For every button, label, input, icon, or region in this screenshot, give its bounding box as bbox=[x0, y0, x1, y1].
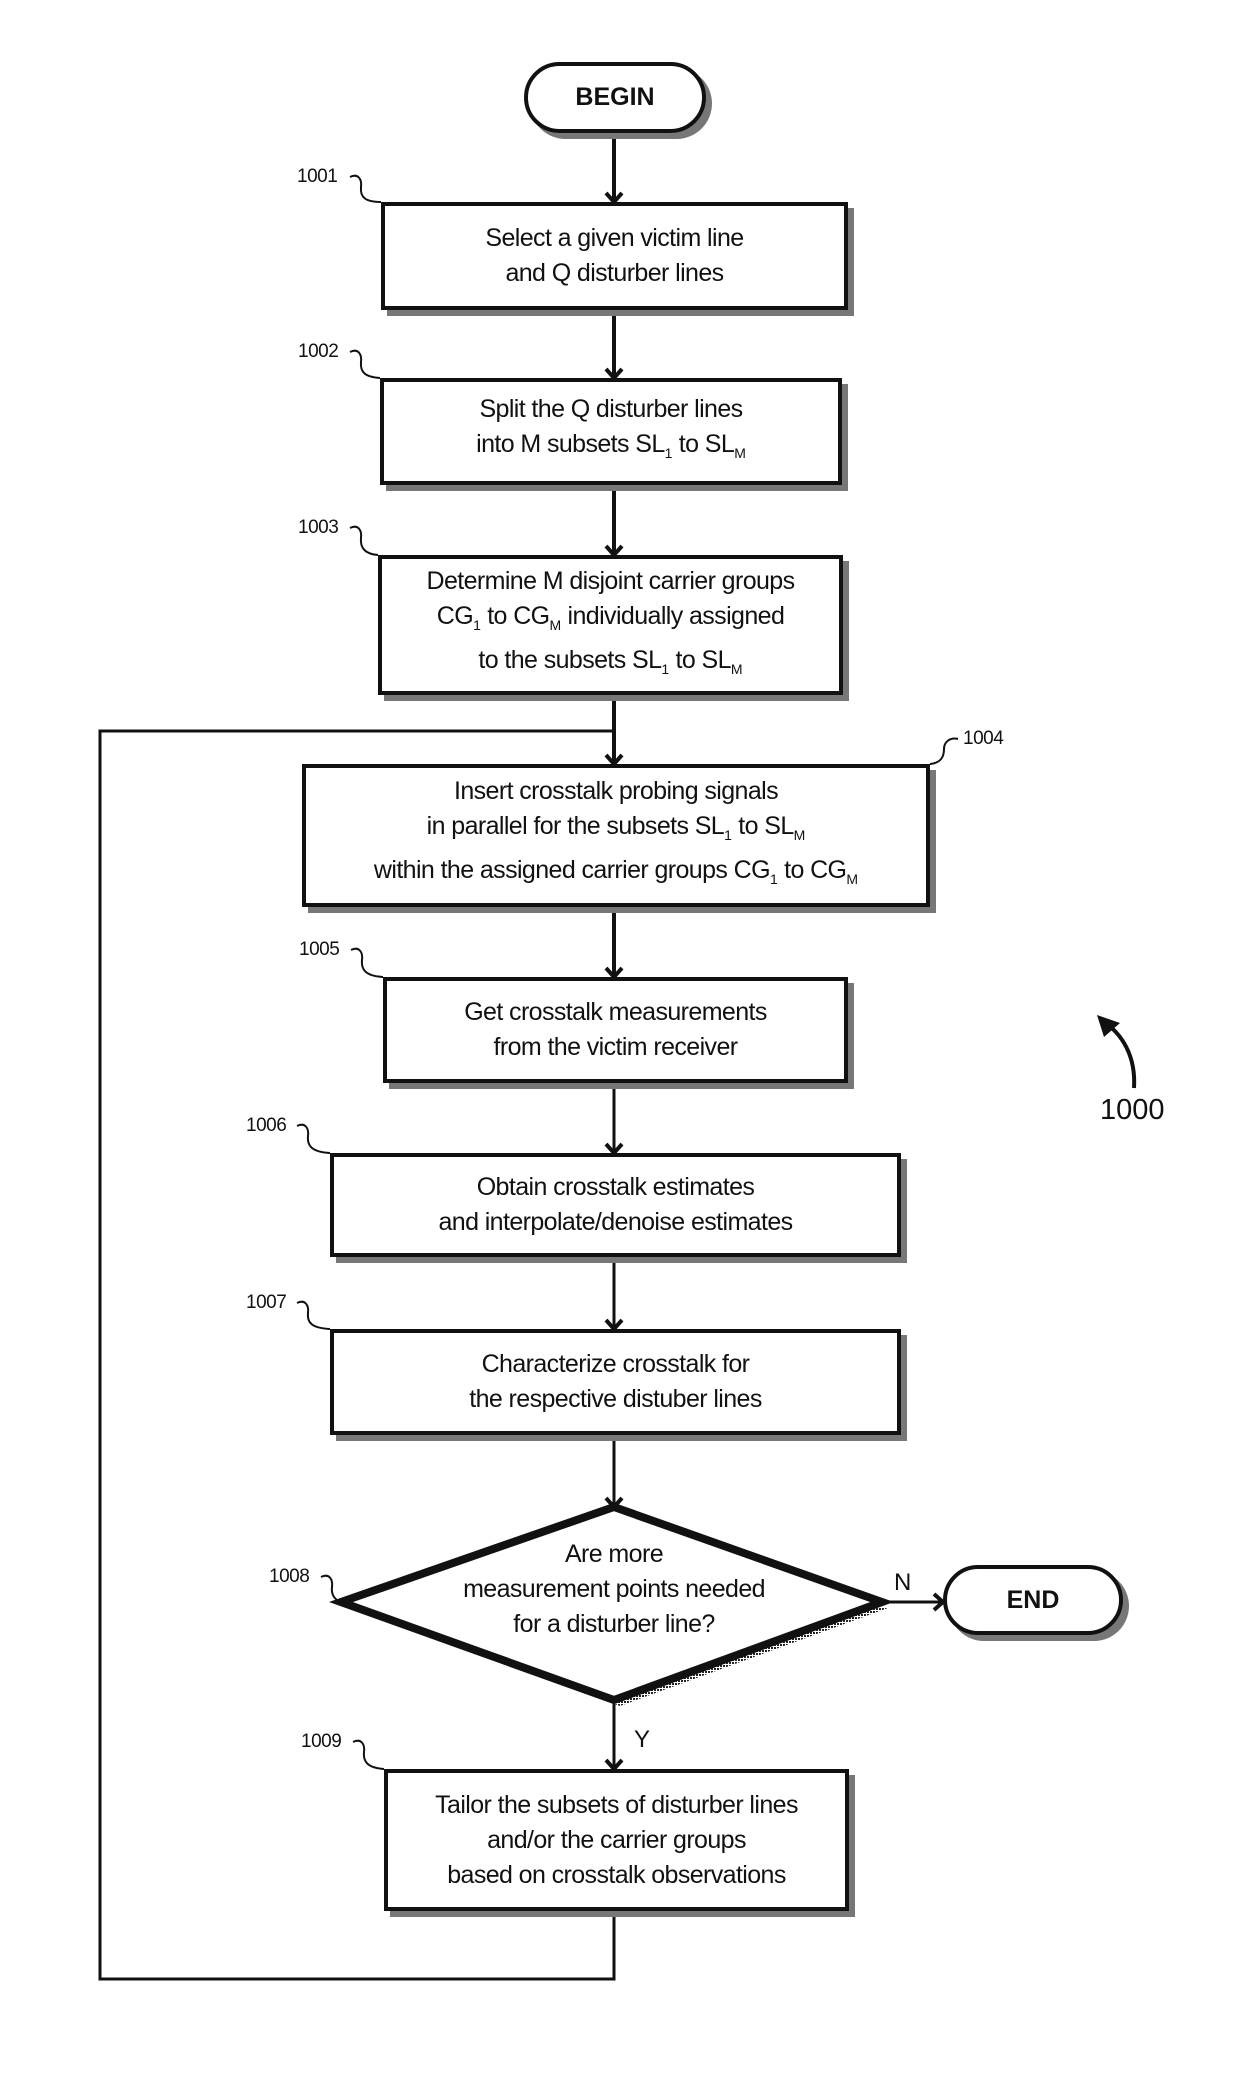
step-1009-text-line: Tailor the subsets of disturber lines bbox=[435, 1790, 798, 1819]
begin-label: BEGIN bbox=[575, 83, 655, 111]
subscript: M bbox=[730, 660, 743, 677]
ref-label-1009: 1009 bbox=[301, 1731, 342, 1752]
ref-label-1005: 1005 bbox=[299, 939, 340, 960]
process-box-1004: Insert crosstalk probing signals in paral… bbox=[302, 764, 930, 907]
subscript: 1 bbox=[473, 616, 481, 633]
decision-1008-text-line: for a disturber line? bbox=[513, 1610, 715, 1638]
leader-1008 bbox=[320, 1574, 342, 1603]
step-1007-text-line: the respective distuber lines bbox=[469, 1385, 762, 1413]
step-1007-text-line: Characterize crosstalk for bbox=[481, 1350, 750, 1378]
leader-1004 bbox=[929, 737, 959, 765]
subscript: M bbox=[734, 445, 746, 461]
process-box-1007: Characterize crosstalk for the respective… bbox=[330, 1329, 901, 1435]
step-1004-text-line: in parallel for the subsets SL1 to SLM bbox=[427, 809, 806, 853]
text-run: to SL bbox=[669, 645, 732, 674]
begin-terminal: BEGIN bbox=[524, 62, 706, 133]
process-box-1003: Determine M disjoint carrier groups CG1 t… bbox=[378, 555, 843, 695]
leader-1005 bbox=[350, 947, 384, 978]
step-1002-text-line: into M subsets SL1 to SLM bbox=[476, 427, 746, 471]
step-1005-text-line: from the victim receiver bbox=[493, 1033, 739, 1061]
subscript: 1 bbox=[724, 827, 732, 843]
subscript: 1 bbox=[769, 871, 778, 887]
text-run: in parallel for the subsets SL bbox=[426, 812, 725, 840]
text-run: to CG bbox=[777, 856, 847, 884]
step-1004-text-line: Insert crosstalk probing signals bbox=[453, 777, 779, 805]
text-run: CG bbox=[436, 601, 474, 630]
step-1002-text-line: Split the Q disturber lines bbox=[479, 395, 743, 423]
step-1009-text-line: based on crosstalk observations bbox=[447, 1860, 786, 1889]
step-1005-text-line: Get crosstalk measurements bbox=[464, 998, 767, 1026]
text-run: to the subsets SL bbox=[478, 645, 662, 674]
ref-label-1002: 1002 bbox=[298, 341, 339, 362]
process-box-1006: Obtain crosstalk estimates and interpolat… bbox=[330, 1153, 901, 1257]
leader-1001 bbox=[349, 174, 382, 203]
text-run: to SL bbox=[672, 430, 735, 458]
end-label: END bbox=[1006, 1585, 1060, 1614]
step-1004-text-line: within the assigned carrier groups CG1 t… bbox=[374, 853, 858, 897]
decision-1008-text-line: Are more bbox=[564, 1540, 664, 1568]
ref-label-1007: 1007 bbox=[246, 1292, 287, 1313]
leader-1009 bbox=[352, 1739, 385, 1770]
text-run: to SL bbox=[731, 812, 794, 840]
ref-label-1003: 1003 bbox=[298, 517, 339, 538]
step-1009-text-line: and/or the carrier groups bbox=[487, 1825, 746, 1854]
step-1003-text-line: Determine M disjoint carrier groups bbox=[426, 566, 795, 595]
decision-text-1008: Are more measurement points needed for a d… bbox=[400, 1537, 828, 1642]
step-1001-text-line: and Q disturber lines bbox=[505, 259, 724, 287]
step-1003-text-line: CG1 to CGM individually assigned bbox=[437, 599, 785, 643]
text-run: within the assigned carrier groups CG bbox=[373, 856, 771, 884]
step-1006-text-line: and interpolate/denoise estimates bbox=[438, 1208, 793, 1236]
step-1006-text-line: Obtain crosstalk estimates bbox=[476, 1173, 755, 1201]
process-box-1009: Tailor the subsets of disturber lines and… bbox=[384, 1769, 849, 1911]
text-run: to CG bbox=[480, 601, 550, 630]
no-branch-label: N bbox=[894, 1569, 912, 1596]
ref-label-1006: 1006 bbox=[246, 1115, 287, 1136]
process-box-1001: Select a given victim line and Q disturbe… bbox=[381, 202, 848, 310]
ref-label-1008: 1008 bbox=[269, 1566, 310, 1587]
figure-number-label: 1000 bbox=[1100, 1094, 1165, 1126]
decision-1008-text-line: measurement points needed bbox=[463, 1575, 765, 1603]
leader-1002 bbox=[349, 349, 381, 379]
subscript: M bbox=[846, 871, 859, 887]
step-1003-text-line: to the subsets SL1 to SLM bbox=[478, 643, 742, 687]
ref-label-1004: 1004 bbox=[963, 728, 1004, 749]
text-run: into M subsets SL bbox=[476, 430, 665, 458]
subscript: M bbox=[793, 827, 806, 843]
leader-1006 bbox=[296, 1123, 331, 1154]
text-run: individually assigned bbox=[561, 601, 785, 630]
leader-1003 bbox=[349, 525, 379, 556]
leader-1007 bbox=[296, 1300, 331, 1330]
process-box-1005: Get crosstalk measurements from the victi… bbox=[383, 977, 848, 1083]
end-terminal: END bbox=[943, 1565, 1123, 1635]
flowchart-canvas: BEGIN END Select a given victim line and … bbox=[0, 0, 1240, 2091]
step-1001-text-line: Select a given victim line bbox=[485, 224, 744, 252]
process-box-1002: Split the Q disturber lines into M subset… bbox=[380, 378, 842, 485]
subscript: M bbox=[549, 616, 562, 633]
ref-label-1001: 1001 bbox=[297, 166, 338, 187]
yes-branch-label: Y bbox=[634, 1726, 651, 1753]
